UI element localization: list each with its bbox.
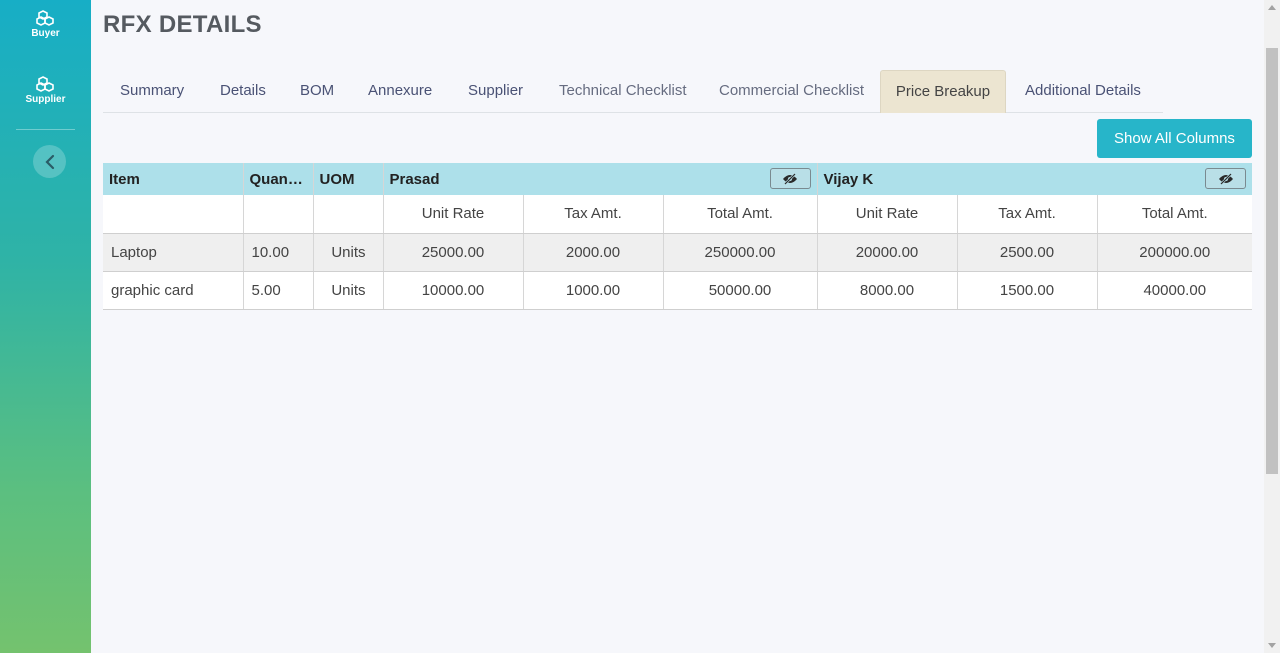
tab-commercial-checklist[interactable]: Commercial Checklist (719, 70, 864, 112)
supplier-header-prasad: Prasad (383, 163, 818, 195)
sidebar-item-label: Buyer (31, 28, 60, 39)
column-header-item: Item (103, 163, 244, 195)
cell-uom: Units (313, 271, 384, 310)
cell-unit-rate: 8000.00 (817, 271, 958, 310)
column-header-uom: UOM (313, 163, 384, 195)
hide-supplier-button[interactable] (769, 168, 811, 189)
table-subheader-row: Unit Rate Tax Amt. Total Amt. Unit Rate … (103, 195, 1253, 234)
scroll-down-arrow-icon[interactable] (1268, 643, 1276, 648)
sidebar-item-label: Supplier (25, 94, 66, 105)
tab-supplier[interactable]: Supplier (468, 70, 523, 112)
supplier-name: Prasad (389, 170, 440, 188)
cell-item: graphic card (103, 271, 244, 310)
cell-tax-amt: 1000.00 (523, 271, 664, 310)
subheader-unit-rate: Unit Rate (383, 195, 524, 234)
eye-slash-icon (1218, 172, 1233, 185)
cell-unit-rate: 10000.00 (383, 271, 524, 310)
tab-technical-checklist[interactable]: Technical Checklist (559, 70, 687, 112)
subheader-empty (313, 195, 384, 234)
subheader-tax-amt: Tax Amt. (957, 195, 1098, 234)
sidebar-item-supplier[interactable]: Supplier (0, 76, 91, 105)
tab-price-breakup[interactable]: Price Breakup (880, 70, 1006, 113)
subheader-total-amt: Total Amt. (663, 195, 818, 234)
scroll-up-arrow-icon[interactable] (1268, 5, 1276, 10)
subheader-unit-rate: Unit Rate (817, 195, 958, 234)
tab-additional-details[interactable]: Additional Details (1025, 70, 1141, 112)
cell-tax-amt: 2500.00 (957, 233, 1098, 272)
subheader-empty (103, 195, 244, 234)
table-row: Laptop 10.00 Units 25000.00 2000.00 2500… (103, 233, 1253, 272)
table-row: graphic card 5.00 Units 10000.00 1000.00… (103, 271, 1253, 310)
hide-supplier-button[interactable] (1205, 168, 1247, 189)
vertical-scrollbar[interactable] (1264, 0, 1280, 653)
tab-bom[interactable]: BOM (300, 70, 334, 112)
sidebar-divider (16, 129, 75, 130)
column-header-quantity: Quantity (243, 163, 314, 195)
cell-unit-rate: 20000.00 (817, 233, 958, 272)
collapse-sidebar-button[interactable] (33, 145, 66, 178)
supplier-header-vijay-k: Vijay K (817, 163, 1253, 195)
eye-slash-icon (783, 172, 797, 185)
tab-summary[interactable]: Summary (120, 70, 184, 112)
cell-total-amt: 250000.00 (663, 233, 818, 272)
scroll-thumb[interactable] (1266, 48, 1278, 474)
sidebar: Buyer Supplier (0, 0, 91, 653)
sidebar-item-buyer[interactable]: Buyer (0, 10, 91, 39)
cell-tax-amt: 2000.00 (523, 233, 664, 272)
tab-annexure[interactable]: Annexure (368, 70, 432, 112)
page-title: RFX DETAILS (103, 11, 262, 38)
chevron-left-icon (44, 154, 54, 169)
supplier-name: Vijay K (823, 170, 874, 188)
cell-tax-amt: 1500.00 (957, 271, 1098, 310)
show-all-columns-button[interactable]: Show All Columns (1097, 119, 1252, 158)
boxes-icon (35, 10, 54, 26)
cell-item: Laptop (103, 233, 244, 272)
boxes-icon (35, 76, 54, 92)
price-breakup-table: Item Quantity UOM Prasad Vijay K Unit Ra… (103, 163, 1253, 310)
cell-total-amt: 40000.00 (1097, 271, 1253, 310)
cell-quantity: 5.00 (243, 271, 314, 310)
cell-total-amt: 50000.00 (663, 271, 818, 310)
cell-quantity: 10.00 (243, 233, 314, 272)
cell-total-amt: 200000.00 (1097, 233, 1253, 272)
cell-unit-rate: 25000.00 (383, 233, 524, 272)
subheader-tax-amt: Tax Amt. (523, 195, 664, 234)
tab-details[interactable]: Details (220, 70, 266, 112)
main-content: RFX DETAILS Summary Details BOM Annexure… (91, 0, 1264, 653)
table-header-row: Item Quantity UOM Prasad Vijay K (103, 163, 1253, 195)
subheader-total-amt: Total Amt. (1097, 195, 1253, 234)
cell-uom: Units (313, 233, 384, 272)
subheader-empty (243, 195, 314, 234)
tab-bar: Summary Details BOM Annexure Supplier Te… (103, 70, 1163, 113)
